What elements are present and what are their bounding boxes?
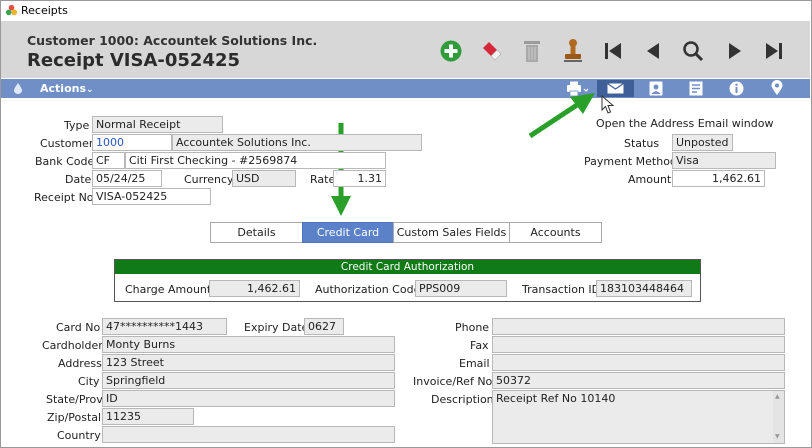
cc-authorization-title: Credit Card Authorization: [115, 260, 700, 274]
title-bar: Receipts: [0, 0, 812, 22]
transaction-id-label: Transaction ID: [522, 283, 601, 296]
country-label: Country: [57, 429, 101, 442]
contact-icon[interactable]: [649, 81, 663, 96]
status-field: Unposted: [672, 134, 733, 151]
receipt-heading: Receipt VISA-052425: [27, 50, 241, 71]
chevron-down-icon: ⌄: [86, 85, 94, 95]
rate-label: Rate: [310, 173, 336, 186]
description-textarea[interactable]: Receipt Ref No 10140: [492, 390, 785, 444]
zip-postal-label: Zip/Postal: [47, 411, 102, 424]
state-prov-field[interactable]: ID: [102, 390, 395, 407]
previous-icon[interactable]: [645, 42, 661, 60]
fax-label: Fax: [470, 339, 489, 352]
stamp-icon[interactable]: [563, 38, 583, 64]
email-icon: [607, 83, 624, 94]
search-icon[interactable]: [682, 40, 704, 62]
bank-code-field[interactable]: CF: [92, 152, 125, 169]
phone-label: Phone: [455, 321, 490, 334]
actions-label: Actions: [40, 82, 86, 95]
card-no-label: Card No: [56, 321, 101, 334]
window-title: Receipts: [21, 4, 68, 17]
currency-label: Currency: [184, 173, 234, 186]
email-field[interactable]: [492, 354, 785, 371]
tab-details[interactable]: Details: [210, 222, 303, 243]
email-label: Email: [459, 357, 490, 370]
customer-label: Customer: [40, 137, 94, 150]
payment-method-label: Payment Method: [584, 155, 677, 168]
customer-heading: Customer 1000: Accountek Solutions Inc.: [27, 33, 318, 48]
cardholder-label: Cardholder: [42, 339, 103, 352]
info-icon[interactable]: [729, 81, 744, 96]
app-logo-icon: [5, 4, 18, 16]
email-tooltip: Open the Address Email window: [596, 117, 774, 130]
city-label: City: [78, 375, 100, 388]
state-prov-label: State/Prov: [46, 393, 103, 406]
cardholder-field[interactable]: Monty Burns: [102, 336, 395, 353]
tab-credit-card[interactable]: Credit Card: [302, 222, 394, 243]
payment-method-field[interactable]: Visa: [672, 152, 776, 169]
location-icon[interactable]: [771, 80, 783, 96]
scroll-up-icon[interactable]: ▲: [775, 393, 780, 400]
description-label: Description: [431, 393, 494, 406]
trash-icon[interactable]: [523, 39, 541, 63]
receipt-no-label: Receipt No: [34, 191, 94, 204]
charge-amount-field: 1,462.61: [209, 280, 300, 297]
scroll-down-icon[interactable]: ▼: [775, 433, 780, 440]
zip-postal-field[interactable]: 11235: [102, 408, 194, 425]
currency-field[interactable]: USD: [232, 170, 296, 187]
drop-icon: [14, 83, 22, 94]
amount-field[interactable]: 1,462.61: [672, 170, 765, 187]
tab-custom-sales-fields[interactable]: Custom Sales Fields: [393, 222, 510, 243]
amount-label: Amount: [628, 173, 672, 186]
transaction-id-field: 183103448464: [596, 280, 692, 297]
last-record-icon[interactable]: [764, 42, 784, 60]
date-label: Date: [65, 173, 92, 186]
authorization-code-field: PPS009: [415, 280, 507, 297]
mouse-cursor-icon: [601, 95, 615, 114]
customer-code-link[interactable]: 1000: [92, 134, 172, 151]
customer-name-field: Accountek Solutions Inc.: [172, 134, 422, 151]
type-label: Type: [64, 119, 90, 132]
bank-name-field: Citi First Checking - #2569874: [125, 152, 386, 169]
city-field[interactable]: Springfield: [102, 372, 395, 389]
expiry-date-field[interactable]: 0627: [304, 318, 344, 335]
next-icon[interactable]: [727, 42, 743, 60]
phone-field[interactable]: [492, 318, 785, 335]
expiry-date-label: Expiry Date: [244, 321, 309, 334]
form-icon[interactable]: [689, 81, 703, 96]
tab-accounts[interactable]: Accounts: [509, 222, 602, 243]
invoice-ref-label: Invoice/Ref No: [413, 375, 493, 388]
charge-amount-label: Charge Amount: [125, 283, 212, 296]
rate-field[interactable]: 1.31: [333, 170, 386, 187]
country-field[interactable]: [102, 426, 395, 443]
card-no-field[interactable]: 47**********1443: [102, 318, 227, 335]
invoice-ref-field[interactable]: 50372: [492, 372, 785, 389]
address-label: Address: [58, 357, 102, 370]
add-icon[interactable]: [440, 40, 462, 62]
address-field[interactable]: 123 Street: [102, 354, 395, 371]
fax-field[interactable]: [492, 336, 785, 353]
date-field[interactable]: 05/24/25: [92, 170, 162, 187]
first-record-icon[interactable]: [603, 42, 623, 60]
actions-menu[interactable]: Actions⌄: [40, 82, 94, 95]
description-scrollbar[interactable]: ▲ ▼: [773, 391, 784, 443]
status-label: Status: [624, 137, 660, 150]
bank-code-label: Bank Code: [35, 155, 95, 168]
type-field[interactable]: Normal Receipt: [92, 116, 223, 133]
print-icon[interactable]: [566, 81, 590, 97]
eraser-icon[interactable]: [479, 40, 503, 62]
authorization-code-label: Authorization Code: [315, 283, 421, 296]
receipt-no-field[interactable]: VISA-052425: [92, 188, 211, 205]
